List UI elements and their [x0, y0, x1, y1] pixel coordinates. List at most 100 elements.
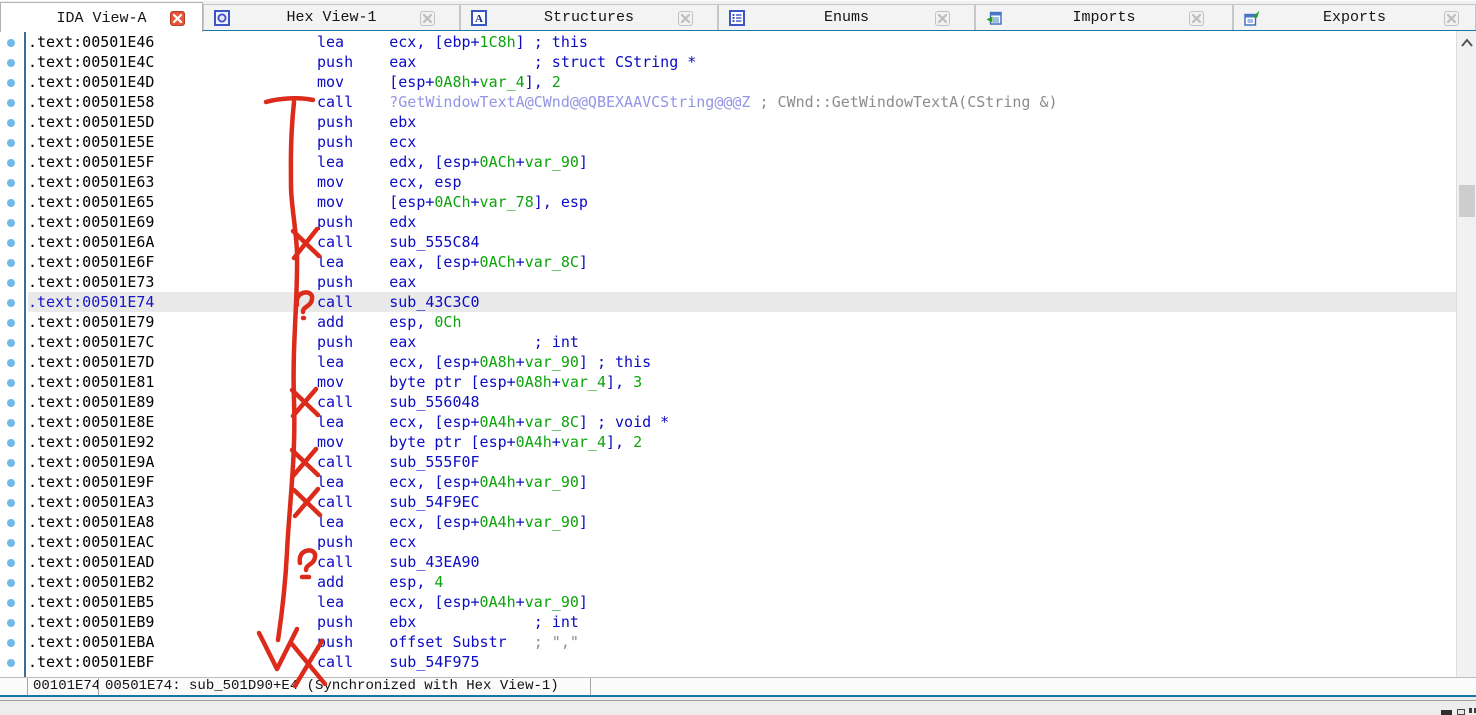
disasm-line[interactable]: .text:00501EA3 call sub_54F9EC: [28, 492, 1456, 512]
address-label: .text:00501E89: [28, 393, 317, 411]
close-tab-icon[interactable]: [1444, 11, 1459, 26]
taskbar-fragment-icon: [1469, 708, 1472, 713]
line-marker-dot: [7, 59, 15, 67]
line-marker-dot: [7, 239, 15, 247]
address-label: .text:00501E5E: [28, 133, 317, 151]
tab-imports[interactable]: Imports: [975, 4, 1233, 30]
disasm-line[interactable]: .text:00501EAC push ecx: [28, 532, 1456, 552]
line-marker-dot: [7, 659, 15, 667]
disasm-line[interactable]: .text:00501E65 mov [esp+0ACh+var_78], es…: [28, 192, 1456, 212]
disasm-line[interactable]: .text:00501E81 mov byte ptr [esp+0A8h+va…: [28, 372, 1456, 392]
status-bar: 00101E74 00501E74: sub_501D90+E4 (Synchr…: [0, 677, 1476, 695]
tab-hex-view-1[interactable]: Hex View-1: [203, 4, 460, 30]
disasm-line[interactable]: .text:00501E8E lea ecx, [esp+0A4h+var_8C…: [28, 412, 1456, 432]
disasm-line[interactable]: .text:00501E6F lea eax, [esp+0ACh+var_8C…: [28, 252, 1456, 272]
address-label: .text:00501EBF: [28, 653, 317, 671]
address-label: .text:00501E81: [28, 373, 317, 391]
address-label: .text:00501E6F: [28, 253, 317, 271]
address-label: .text:00501E9F: [28, 473, 317, 491]
disasm-line[interactable]: .text:00501E5E push ecx: [28, 132, 1456, 152]
disasm-line[interactable]: .text:00501E89 call sub_556048: [28, 392, 1456, 412]
disasm-line[interactable]: .text:00501E92 mov byte ptr [esp+0A4h+va…: [28, 432, 1456, 452]
line-marker-dot: [7, 79, 15, 87]
disasm-line[interactable]: .text:00501EB2 add esp, 4: [28, 572, 1456, 592]
x-glyph: [172, 13, 183, 24]
address-label: .text:00501E8E: [28, 413, 317, 431]
line-marker-dot: [7, 139, 15, 147]
taskbar-fragment-icon: [1457, 709, 1465, 715]
tab-enums[interactable]: Enums: [718, 4, 975, 30]
disasm-line[interactable]: .text:00501E9A call sub_555F0F: [28, 452, 1456, 472]
line-marker-dot: [7, 279, 15, 287]
close-tab-icon[interactable]: [1189, 11, 1204, 26]
address-label: .text:00501E46: [28, 33, 317, 51]
disasm-line[interactable]: .text:00501E63 mov ecx, esp: [28, 172, 1456, 192]
line-marker-dot: [7, 319, 15, 327]
disasm-line[interactable]: .text:00501EA8 lea ecx, [esp+0A4h+var_90…: [28, 512, 1456, 532]
close-tab-icon[interactable]: [170, 11, 185, 26]
disasm-line[interactable]: .text:00501E73 push eax: [28, 272, 1456, 292]
status-location: 00501E74: sub_501D90+E4 (Synchronized wi…: [100, 678, 591, 695]
x-glyph: [422, 13, 433, 24]
status-file-offset: 00101E74: [27, 678, 99, 695]
address-label: .text:00501EB9: [28, 613, 317, 631]
x-glyph: [1191, 13, 1202, 24]
vertical-scrollbar[interactable]: [1456, 31, 1476, 695]
disassembly-view[interactable]: .text:00501E46 lea ecx, [ebp+1C8h] ; thi…: [0, 31, 1456, 677]
disasm-line[interactable]: .text:00501E9F lea ecx, [esp+0A4h+var_90…: [28, 472, 1456, 492]
tab-ida-view-a[interactable]: IDA View-A: [0, 2, 203, 32]
disasm-line[interactable]: .text:00501EBF call sub_54F975: [28, 652, 1456, 672]
line-marker-dot: [7, 419, 15, 427]
bottom-edge-strip: [0, 697, 1476, 715]
close-tab-icon[interactable]: [678, 11, 693, 26]
disasm-line[interactable]: .text:00501E69 push edx: [28, 212, 1456, 232]
address-label: .text:00501E4D: [28, 73, 317, 91]
address-label: .text:00501EB5: [28, 593, 317, 611]
address-label: .text:00501E79: [28, 313, 317, 331]
address-label: .text:00501E7C: [28, 333, 317, 351]
line-marker-dot: [7, 399, 15, 407]
disasm-line[interactable]: .text:00501EB5 lea ecx, [esp+0A4h+var_90…: [28, 592, 1456, 612]
disasm-line[interactable]: .text:00501EAD call sub_43EA90: [28, 552, 1456, 572]
disasm-line[interactable]: .text:00501E7D lea ecx, [esp+0A8h+var_90…: [28, 352, 1456, 372]
line-marker-dot: [7, 499, 15, 507]
disasm-line[interactable]: .text:00501E7C push eax ; int: [28, 332, 1456, 352]
disasm-line[interactable]: .text:00501E5F lea edx, [esp+0ACh+var_90…: [28, 152, 1456, 172]
address-label: .text:00501E4C: [28, 53, 317, 71]
line-marker-dot: [7, 359, 15, 367]
disasm-line[interactable]: .text:00501E6A call sub_555C84: [28, 232, 1456, 252]
tab-exports[interactable]: Exports: [1233, 4, 1476, 30]
address-label: .text:00501E9A: [28, 453, 317, 471]
address-label: .text:00501E92: [28, 433, 317, 451]
x-glyph: [937, 13, 948, 24]
disasm-line[interactable]: .text:00501E74 call sub_43C3C0: [28, 292, 1456, 312]
disasm-rows: .text:00501E46 lea ecx, [ebp+1C8h] ; thi…: [28, 32, 1456, 672]
disasm-line[interactable]: .text:00501E4C push eax ; struct CString…: [28, 52, 1456, 72]
line-marker-dot: [7, 439, 15, 447]
line-marker-dot: [7, 119, 15, 127]
disasm-line[interactable]: .text:00501E46 lea ecx, [ebp+1C8h] ; thi…: [28, 32, 1456, 52]
address-label: .text:00501EA3: [28, 493, 317, 511]
tab-structures[interactable]: A Structures: [460, 4, 718, 30]
disasm-line[interactable]: .text:00501E79 add esp, 0Ch: [28, 312, 1456, 332]
line-marker-dot: [7, 559, 15, 567]
disasm-line[interactable]: .text:00501E58 call ?GetWindowTextA@CWnd…: [28, 92, 1456, 112]
line-marker-dot: [7, 339, 15, 347]
disasm-line[interactable]: .text:00501E4D mov [esp+0A8h+var_4], 2: [28, 72, 1456, 92]
address-label: .text:00501EAC: [28, 533, 317, 551]
address-label: .text:00501E73: [28, 273, 317, 291]
disasm-line[interactable]: .text:00501E5D push ebx: [28, 112, 1456, 132]
tab-label: Exports: [1234, 5, 1475, 30]
disasm-line[interactable]: .text:00501EB9 push ebx ; int: [28, 612, 1456, 632]
address-label: .text:00501EBA: [28, 633, 317, 651]
scroll-up-icon[interactable]: [1457, 33, 1476, 53]
scrollbar-thumb[interactable]: [1459, 185, 1475, 217]
line-marker-dot: [7, 379, 15, 387]
line-marker-dot: [7, 539, 15, 547]
divider: [0, 700, 1476, 701]
disasm-line[interactable]: .text:00501EBA push offset Substr ; ",": [28, 632, 1456, 652]
close-tab-icon[interactable]: [420, 11, 435, 26]
close-tab-icon[interactable]: [935, 11, 950, 26]
address-label: .text:00501EAD: [28, 553, 317, 571]
line-marker-dot: [7, 259, 15, 267]
